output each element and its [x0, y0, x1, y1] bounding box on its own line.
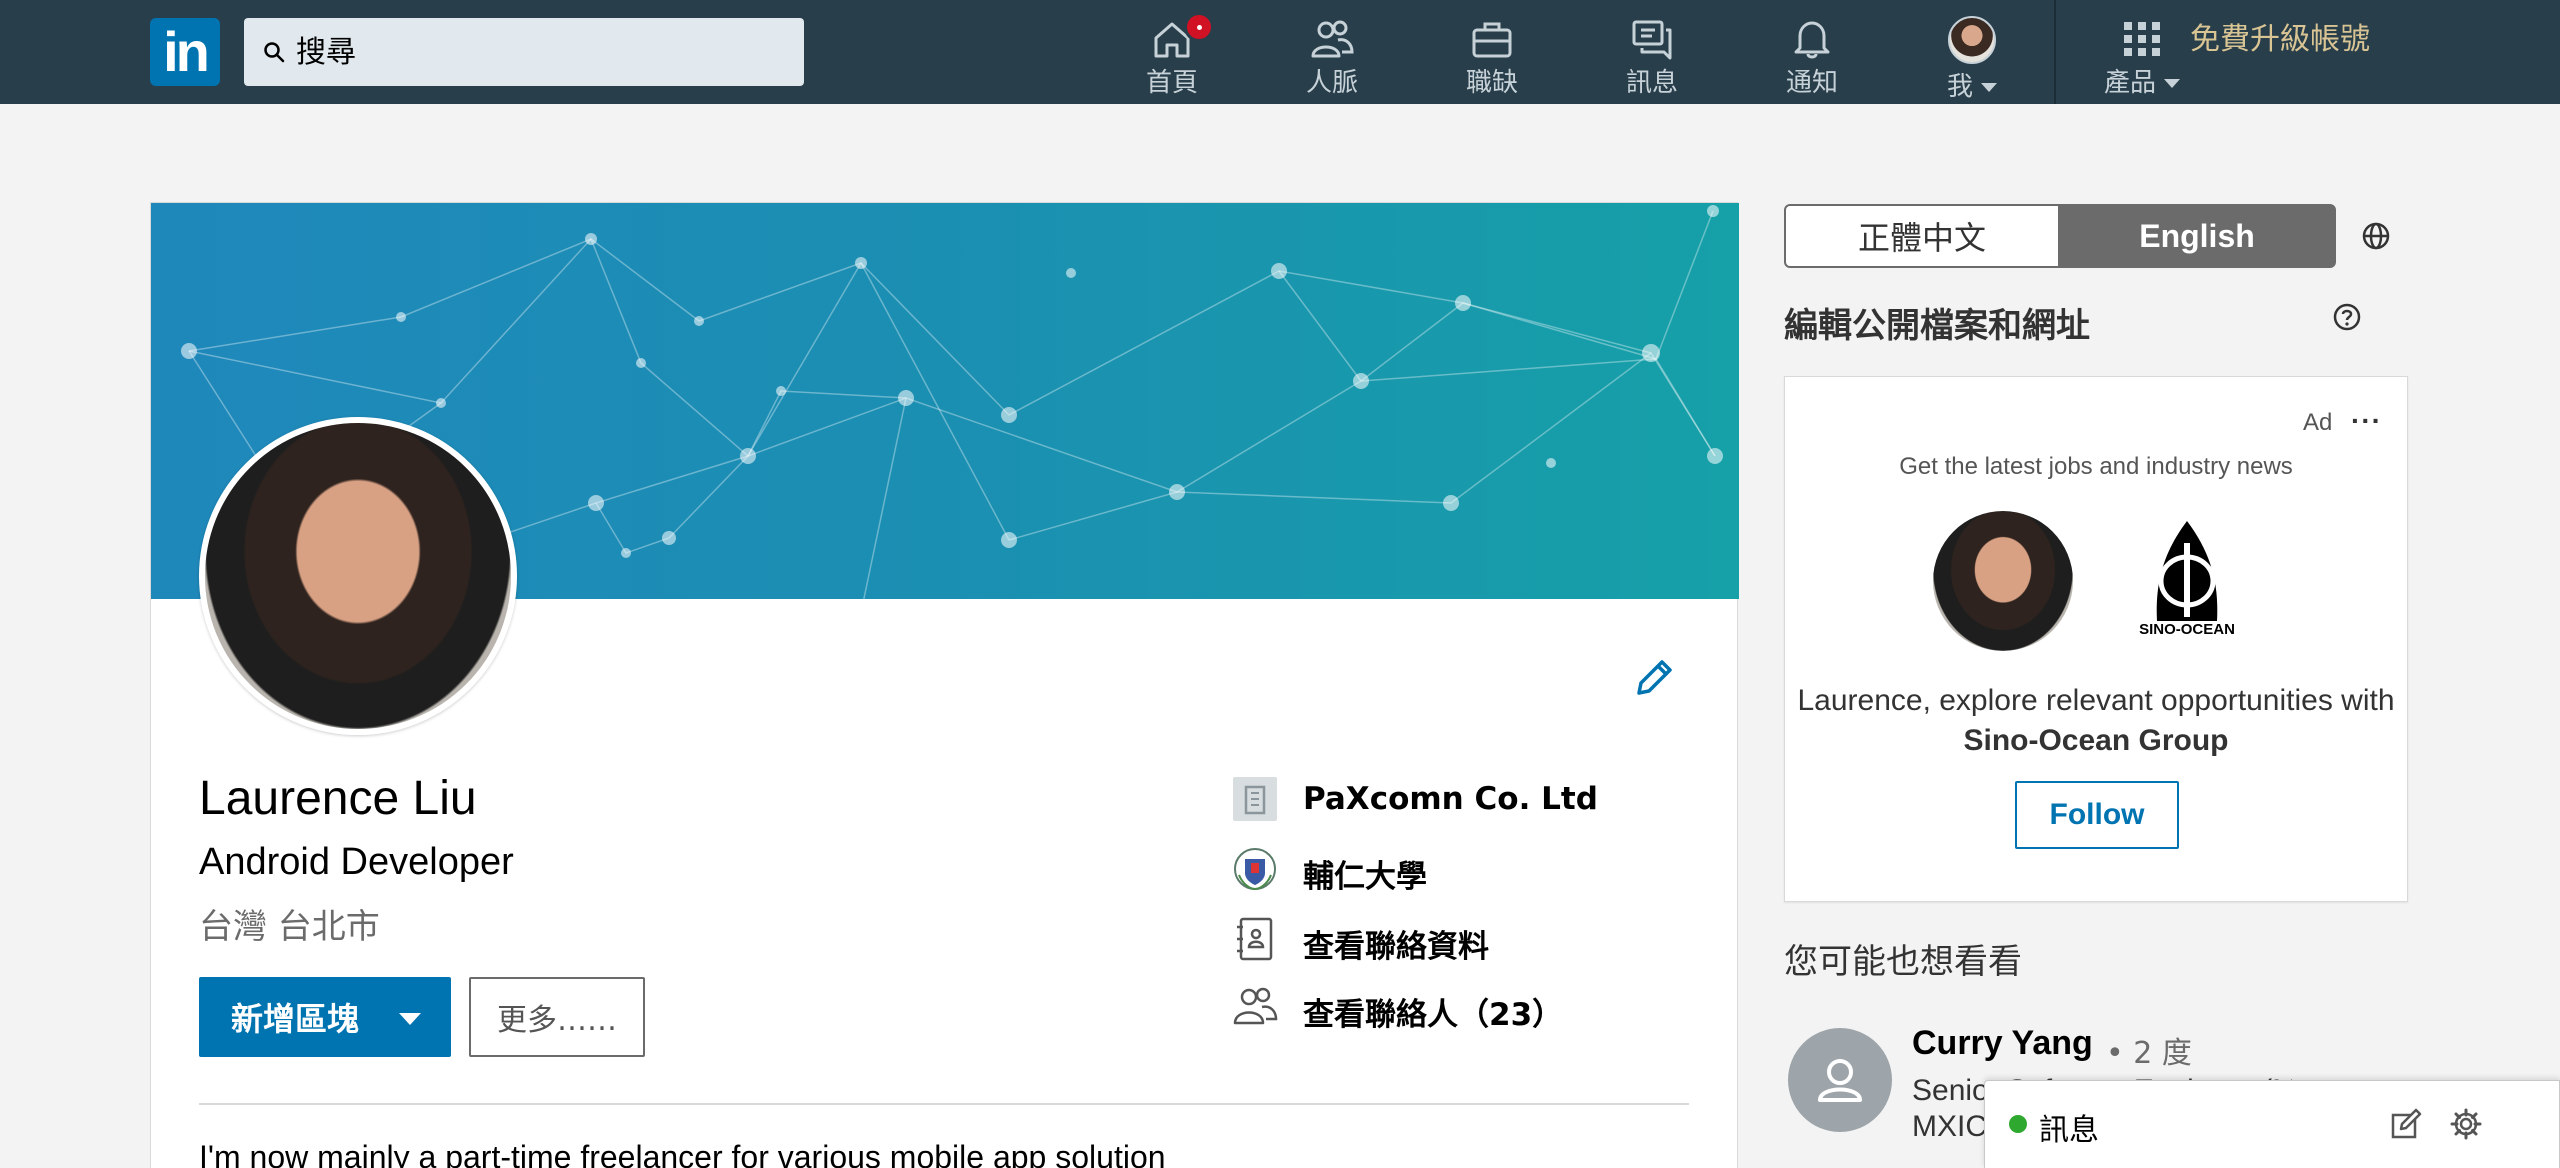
messaging-dock[interactable]: 訊息 — [1984, 1080, 2560, 1168]
globe-icon[interactable] — [2360, 220, 2392, 252]
search-icon — [264, 42, 285, 63]
nav-notifications-label: 通知 — [1785, 68, 1838, 98]
nav-jobs[interactable]: 職缺 — [1432, 12, 1552, 98]
company-icon — [1233, 777, 1277, 821]
top-navbar: in 首頁 人脈 職缺 — [0, 0, 2560, 104]
more-options-icon[interactable]: ··· — [2351, 405, 2382, 437]
search-box[interactable] — [244, 18, 804, 86]
add-section-label: 新增區塊 — [231, 1000, 360, 1038]
nav-products[interactable]: 產品 — [2082, 12, 2202, 98]
people-you-may-know-title: 您可能也想看看 — [1784, 942, 2022, 982]
ad-subtitle: Get the latest jobs and industry news — [1899, 453, 2293, 480]
compose-icon[interactable] — [2389, 1107, 2423, 1141]
ad-message-text: Laurence, explore relevant opportunities… — [1797, 684, 2395, 717]
nav-jobs-label: 職缺 — [1465, 68, 1518, 98]
gear-icon[interactable] — [2449, 1107, 2483, 1141]
messaging-dock-label: 訊息 — [2039, 1113, 2099, 1148]
contact-card-icon — [1237, 917, 1273, 961]
profile-photo[interactable] — [199, 417, 517, 735]
nav-home-label: 首頁 — [1145, 68, 1198, 98]
nav-products-label: 產品 — [2103, 68, 2156, 98]
linkedin-logo[interactable]: in — [150, 18, 220, 86]
language-english-button[interactable]: English — [2058, 204, 2336, 268]
education[interactable]: 輔仁大學 — [1231, 845, 1671, 897]
messaging-icon — [1632, 20, 1672, 60]
chevron-down-icon — [2164, 79, 2180, 88]
profile-card: Laurence Liu Android Developer 台灣 台北市 新增… — [150, 202, 1739, 1168]
person-icon — [1818, 1059, 1862, 1102]
edit-public-profile-link[interactable]: 編輯公開檔案和網址 — [1784, 298, 2090, 347]
ad-message: Laurence, explore relevant opportunities… — [1785, 681, 2407, 761]
connections-text: 查看聯絡人（23） — [1303, 997, 1564, 1033]
avatar — [1948, 16, 1996, 64]
grid-icon — [2124, 22, 2160, 56]
current-company[interactable]: PaXcomn Co. Ltd — [1231, 775, 1671, 827]
help-icon[interactable] — [2332, 302, 2362, 332]
people-icon — [1311, 20, 1354, 58]
chevron-down-icon — [1981, 83, 1997, 92]
ad-card: Ad ··· Get the latest jobs and industry … — [1784, 376, 2408, 902]
ad-user-photo — [1933, 511, 2073, 651]
more-button[interactable]: 更多…… — [469, 977, 645, 1057]
language-toggle: 正體中文 English — [1784, 204, 2336, 268]
online-status-icon — [2009, 1115, 2027, 1133]
profile-location: 台灣 台北市 — [199, 907, 380, 947]
briefcase-icon — [1472, 22, 1512, 58]
ad-company-name: Sino-Ocean Group — [1963, 724, 2229, 757]
education-text: 輔仁大學 — [1303, 859, 1427, 895]
school-logo-icon — [1234, 848, 1276, 891]
premium-upgrade-link[interactable]: 免費升級帳號 — [2190, 14, 2420, 58]
language-chinese-button[interactable]: 正體中文 — [1784, 204, 2060, 268]
nav-messaging-label: 訊息 — [1625, 68, 1678, 98]
suggested-person-name[interactable]: Curry Yang — [1912, 1024, 2093, 1063]
contact-info-text: 查看聯絡資料 — [1303, 929, 1489, 965]
nav-notifications[interactable]: 通知 — [1752, 12, 1872, 98]
nav-me[interactable]: 我 — [1912, 12, 2032, 102]
connections-link[interactable]: 查看聯絡人（23） — [1231, 983, 1671, 1035]
section-divider — [199, 1103, 1689, 1105]
bell-icon — [1794, 21, 1830, 59]
contact-info-link[interactable]: 查看聯絡資料 — [1231, 915, 1671, 967]
add-section-button[interactable]: 新增區塊 — [199, 977, 451, 1057]
nav-messaging[interactable]: 訊息 — [1592, 12, 1712, 98]
profile-headline: Android Developer — [199, 841, 514, 883]
search-input[interactable] — [296, 18, 786, 86]
connection-degree: • 2 度 — [2106, 1036, 2192, 1071]
follow-button[interactable]: Follow — [2015, 781, 2179, 849]
nav-me-label: 我 — [1946, 72, 1973, 102]
pencil-icon[interactable] — [1631, 655, 1677, 701]
person-placeholder-avatar[interactable] — [1788, 1028, 1892, 1132]
ad-label: Ad — [2303, 409, 2333, 436]
nav-divider — [2054, 0, 2056, 104]
profile-name: Laurence Liu — [199, 772, 477, 825]
notification-badge — [1184, 12, 1214, 42]
nav-network-label: 人脈 — [1305, 68, 1358, 98]
connections-icon — [1233, 987, 1278, 1025]
chevron-down-icon — [399, 1013, 421, 1025]
current-company-text: PaXcomn Co. Ltd — [1303, 781, 1598, 817]
nav-home[interactable]: 首頁 — [1112, 12, 1232, 98]
nav-network[interactable]: 人脈 — [1272, 12, 1392, 98]
sino-ocean-logo-text: SINO-OCEAN — [2139, 621, 2235, 638]
about-summary: I'm now mainly a part-time freelancer fo… — [199, 1139, 1166, 1168]
